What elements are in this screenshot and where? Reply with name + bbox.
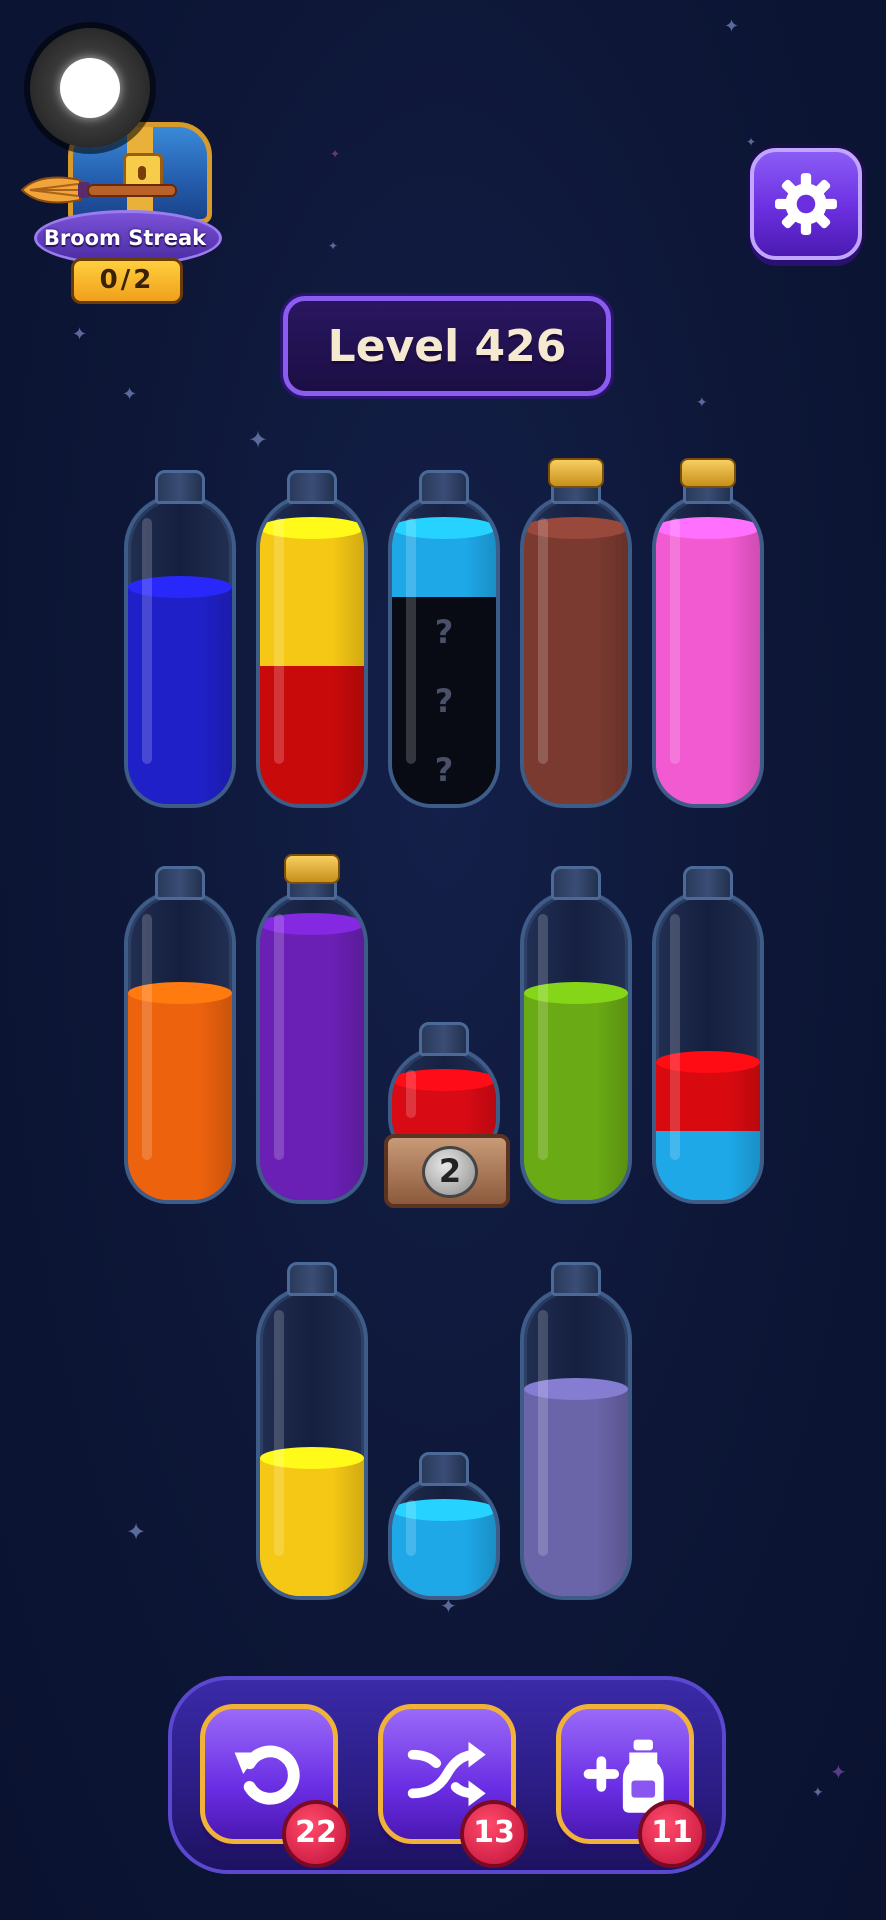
shuffle-count-badge: 13 <box>460 1800 528 1868</box>
bottle[interactable]: ??? <box>388 470 500 808</box>
star-decoration: ✦ <box>126 1518 147 1546</box>
bottle-glass <box>256 890 368 1204</box>
bottle[interactable] <box>124 866 236 1204</box>
bottle-neck <box>551 1262 601 1296</box>
star-decoration: ✦ <box>248 426 269 454</box>
star-decoration: ✦ <box>72 324 88 345</box>
bottle-glass <box>520 890 632 1204</box>
bottle-glass <box>256 1286 368 1600</box>
lock-count: 2 <box>422 1146 478 1198</box>
streak-count: 0/2 <box>71 258 183 304</box>
cork-icon <box>284 854 340 884</box>
undo-count-badge: 22 <box>282 1800 350 1868</box>
add-bottle-count-badge: 11 <box>638 1800 706 1868</box>
bottle-lock: 2 <box>384 1134 510 1208</box>
record-icon <box>60 58 120 118</box>
bottle-neck <box>155 470 205 504</box>
level-indicator: Level 426 <box>283 296 611 396</box>
bottle[interactable] <box>520 458 632 808</box>
bottle-glass <box>652 890 764 1204</box>
bottle[interactable] <box>124 470 236 808</box>
gear-icon <box>775 173 837 235</box>
bottle-neck <box>419 1452 469 1486</box>
record-button[interactable] <box>30 28 150 148</box>
bottle-glass <box>520 1286 632 1600</box>
star-decoration: ✦ <box>330 147 341 161</box>
bottle-glass <box>124 890 236 1204</box>
bottle[interactable] <box>520 1262 632 1600</box>
bottle-glass <box>520 494 632 808</box>
bottle-neck <box>155 866 205 900</box>
bottle-neck <box>551 866 601 900</box>
bottle-glass <box>256 494 368 808</box>
star-decoration: ✦ <box>812 1785 824 1801</box>
bottle[interactable] <box>652 866 764 1204</box>
star-decoration: ✦ <box>746 135 757 149</box>
star-decoration: ✦ <box>724 16 740 37</box>
bottle[interactable] <box>520 866 632 1204</box>
bottle-neck <box>287 470 337 504</box>
bottle-glass <box>124 494 236 808</box>
bottle[interactable] <box>388 1452 500 1600</box>
bottle-neck <box>683 866 733 900</box>
star-decoration: ✦ <box>696 395 708 411</box>
bottle-neck <box>419 470 469 504</box>
bottle[interactable] <box>256 854 368 1204</box>
bottle[interactable] <box>256 1262 368 1600</box>
bottle-glass <box>388 1476 500 1600</box>
streak-label: Broom Streak <box>43 226 207 250</box>
cork-icon <box>548 458 604 488</box>
level-title: Level 426 <box>327 320 567 372</box>
bottle-neck <box>287 1262 337 1296</box>
cork-icon <box>680 458 736 488</box>
bottle-neck <box>419 1022 469 1056</box>
broom-icon <box>20 176 177 204</box>
bottle[interactable] <box>652 458 764 808</box>
bottle-glass: ??? <box>388 494 500 808</box>
star-decoration: ✦ <box>830 1760 847 1784</box>
bottle-glass <box>652 494 764 808</box>
star-decoration: ✦ <box>122 384 138 405</box>
settings-button[interactable] <box>750 148 862 260</box>
bottle[interactable] <box>256 470 368 808</box>
star-decoration: ✦ <box>328 239 339 253</box>
